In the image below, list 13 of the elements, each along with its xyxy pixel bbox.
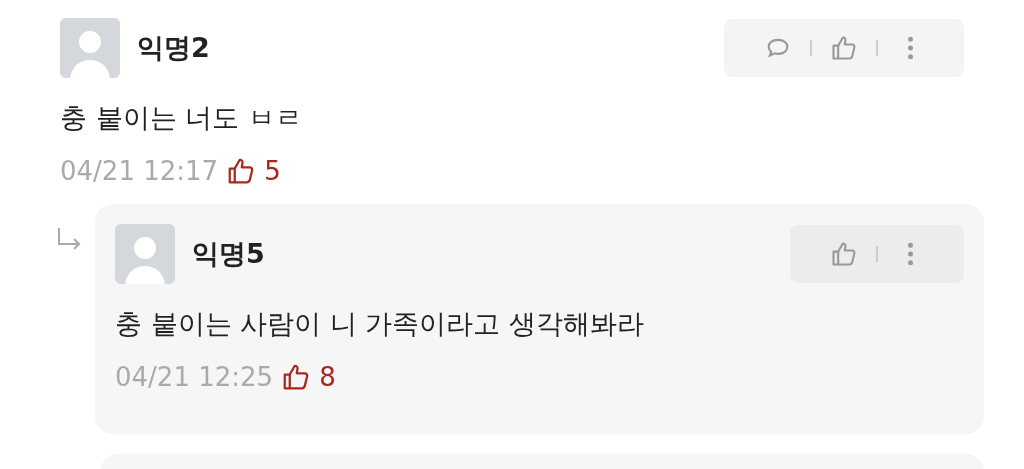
timestamp: 04/21 12:17 xyxy=(60,156,219,186)
avatar xyxy=(60,18,120,78)
comment-text: 충 붙이는 사람이 니 가족이라고 생각해봐라 xyxy=(115,307,645,341)
thumbs-up-icon xyxy=(830,240,858,268)
like-count: 8 xyxy=(319,362,336,392)
comment-text: 충 붙이는 너도 ㅂㄹ xyxy=(60,101,303,135)
more-icon xyxy=(907,36,913,60)
more-icon xyxy=(907,242,913,266)
thumbs-up-icon xyxy=(830,34,858,62)
author-name: 익명2 xyxy=(137,31,210,65)
like-count: 5 xyxy=(264,156,281,186)
timestamp: 04/21 12:25 xyxy=(115,362,274,392)
author-name: 익명5 xyxy=(192,237,265,271)
